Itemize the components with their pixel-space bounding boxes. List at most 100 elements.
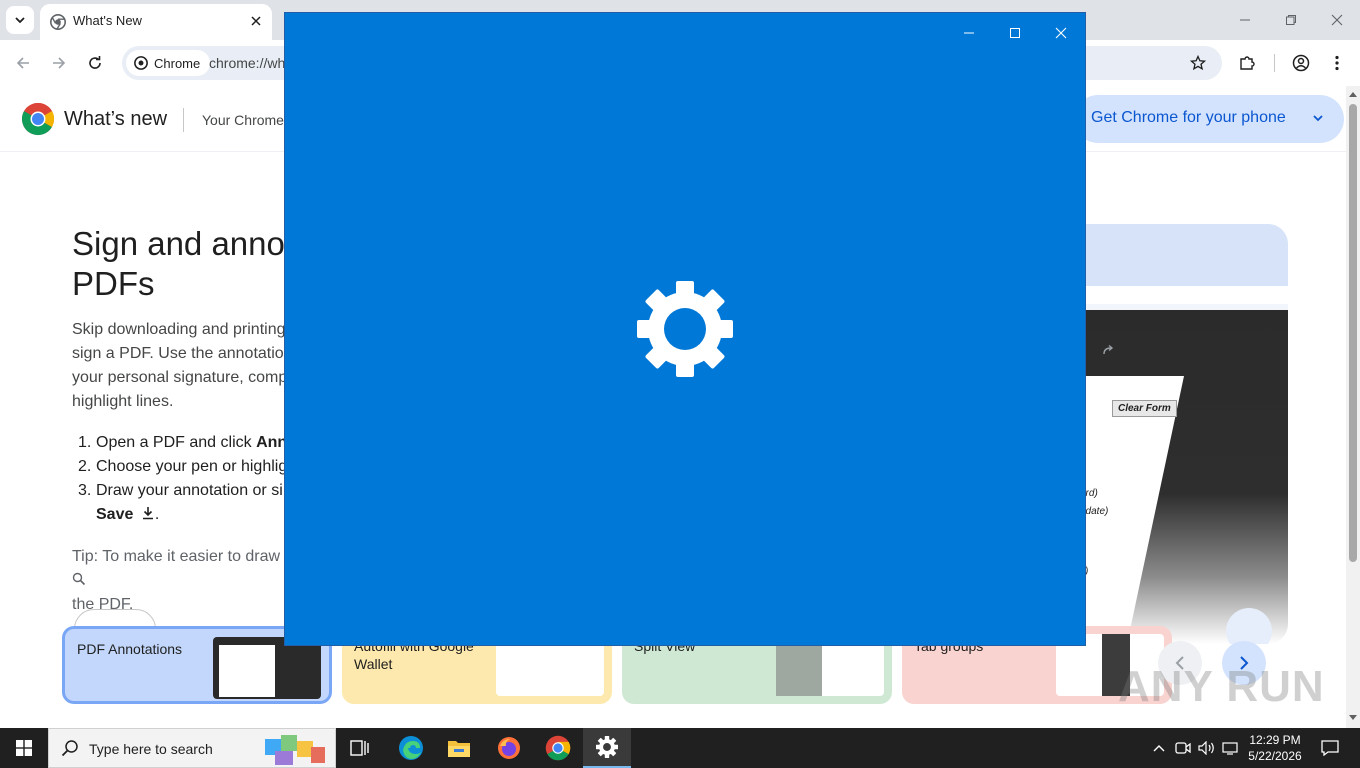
feature-heading-line: Sign and annot: [72, 225, 292, 262]
clear-form-label: Clear Form: [1112, 400, 1177, 417]
meet-now-icon: [1175, 742, 1191, 754]
step-text: Open a PDF and click: [96, 434, 257, 451]
thumbnail-doc: [219, 645, 275, 697]
start-button[interactable]: [0, 728, 48, 768]
step-text: Draw your annotation or si: [96, 482, 283, 499]
search-icon: [61, 740, 78, 757]
taskbar-settings[interactable]: [583, 728, 631, 768]
taskbar-search-box[interactable]: Type here to search: [48, 728, 336, 768]
description-line: sign a PDF. Use the annotatio: [72, 345, 284, 362]
close-window-button[interactable]: [1314, 0, 1360, 40]
step-bold: Save: [96, 506, 134, 523]
star-icon: [1190, 55, 1206, 71]
redo-icon: [1103, 344, 1114, 355]
description-line: Skip downloading and printing: [72, 321, 286, 338]
taskbar-edge[interactable]: [387, 728, 435, 768]
feature-heading-line: PDFs: [72, 265, 155, 302]
taskbar-firefox[interactable]: [485, 728, 533, 768]
step-text: Choose your pen or highlig: [96, 458, 288, 475]
extensions-button[interactable]: [1233, 49, 1261, 77]
taskbar-chrome[interactable]: [534, 728, 582, 768]
feature-card-label: PDF Annotations: [77, 641, 183, 657]
gear-icon: [596, 736, 618, 758]
toolbar-divider: [1274, 54, 1275, 72]
speaker-icon: [1198, 741, 1214, 755]
splash-minimize-button[interactable]: [946, 17, 992, 49]
chrome-icon: [545, 735, 571, 761]
illustration-band: [1060, 224, 1288, 286]
splash-maximize-button[interactable]: [992, 17, 1038, 49]
step-bold: Ann: [256, 434, 288, 451]
notification-center-button[interactable]: [1312, 728, 1348, 768]
get-chrome-phone-button[interactable]: Get Chrome for your phone: [1074, 95, 1344, 143]
restore-button[interactable]: [1268, 0, 1314, 40]
site-info-chip[interactable]: Chrome: [126, 50, 211, 76]
step-item: 3. Draw your annotation or si: [78, 479, 292, 503]
reload-button[interactable]: [81, 49, 109, 77]
task-view-button[interactable]: [336, 728, 384, 768]
splash-close-button[interactable]: [1038, 17, 1084, 49]
menu-button[interactable]: [1323, 49, 1351, 77]
tray-overflow-button[interactable]: [1150, 728, 1168, 768]
brand-title: What’s new: [64, 108, 168, 130]
notification-icon: [1321, 740, 1339, 756]
kebab-menu-icon: [1335, 55, 1339, 71]
steps-list: 1. Open a PDF and click Ann 2. Choose your…: [78, 431, 292, 527]
folder-icon: [448, 741, 470, 757]
tip-line: Tip: To make it easier to draw: [72, 548, 281, 565]
windows-logo-icon: [16, 740, 32, 756]
desktop: What's New Chrome chrome://wh What’s new…: [0, 0, 1360, 768]
gear-icon: [637, 281, 733, 377]
scrollbar-thumb[interactable]: [1349, 104, 1357, 562]
edge-icon: [399, 736, 423, 760]
clock-date: 5/22/2026: [1248, 749, 1302, 763]
tray-volume-button[interactable]: [1196, 728, 1218, 768]
close-icon: [251, 16, 261, 26]
close-icon: [1331, 14, 1343, 26]
zoom-icon: [72, 572, 86, 586]
scroll-down-icon[interactable]: [1348, 714, 1358, 722]
minimize-button[interactable]: [1222, 0, 1268, 40]
step-item: 1. Open a PDF and click Ann: [78, 431, 292, 455]
description-line: highlight lines.: [72, 393, 174, 410]
bookmark-button[interactable]: [1188, 53, 1208, 73]
chrome-logo-icon: [21, 102, 55, 136]
chevron-down-icon: [15, 17, 25, 24]
forward-button[interactable]: [45, 49, 73, 77]
back-button[interactable]: [9, 49, 37, 77]
page-scrollbar[interactable]: [1346, 86, 1360, 728]
scroll-up-icon[interactable]: [1348, 90, 1358, 98]
tab-search-button[interactable]: [6, 6, 34, 34]
search-highlight-icon: [265, 735, 325, 765]
task-view-icon: [350, 740, 369, 756]
feature-heading: Sign and annot PDFs: [72, 224, 292, 304]
restore-icon: [1286, 15, 1296, 25]
watermark-logo: ANY RUN: [1118, 662, 1325, 711]
get-chrome-phone-label: Get Chrome for your phone: [1091, 109, 1286, 126]
tab-title: What's New: [73, 13, 142, 28]
header-nav-link[interactable]: Your Chrome: [202, 112, 284, 128]
chevron-up-icon: [1153, 745, 1165, 752]
step-number: 1.: [78, 434, 92, 451]
taskbar-clock[interactable]: 12:29 PM 5/22/2026: [1236, 732, 1314, 764]
tab-close-button[interactable]: [246, 11, 266, 31]
tab-whats-new[interactable]: What's New: [40, 4, 272, 40]
tray-network-button[interactable]: [1172, 728, 1194, 768]
chevron-down-icon: [1313, 115, 1323, 122]
feature-card-thumbnail: [213, 637, 321, 699]
site-info-label: Chrome: [154, 55, 201, 71]
taskbar-file-explorer[interactable]: [435, 728, 483, 768]
step-number: 3.: [78, 482, 92, 499]
maximize-icon: [1010, 28, 1020, 38]
chrome-logo-icon: [134, 56, 148, 70]
reload-icon: [89, 56, 101, 69]
settings-splash-window: [284, 12, 1086, 646]
windows-taskbar: Type here to search 12:29 PM 5/22/2026: [0, 728, 1360, 768]
tip-text: Tip: To make it easier to draw the PDF.: [72, 545, 292, 617]
header-divider: [183, 108, 184, 132]
step-item-continuation: Save .: [78, 503, 292, 527]
window-controls: [1222, 0, 1360, 40]
minimize-icon: [1240, 19, 1250, 21]
arrow-left-icon: [16, 57, 29, 69]
profile-button[interactable]: [1287, 49, 1315, 77]
